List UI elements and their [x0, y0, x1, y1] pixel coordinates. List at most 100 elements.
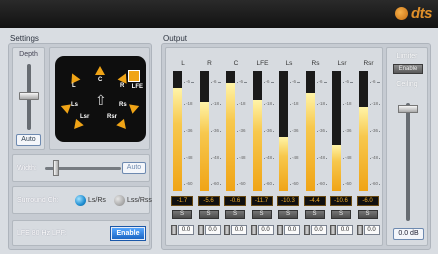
gain-knob[interactable]: [277, 225, 283, 235]
speaker-c-icon[interactable]: [95, 66, 105, 75]
gain-control: 0.0: [356, 224, 381, 236]
width-auto-field[interactable]: Auto: [122, 162, 146, 174]
scale-label: -18: [264, 101, 274, 106]
gain-field[interactable]: 0.0: [178, 225, 194, 235]
scale-label: -48: [317, 155, 327, 160]
scale-label: -60: [370, 181, 380, 186]
peak-readout: -5.6: [197, 196, 220, 206]
gain-control: 0.0: [250, 224, 275, 236]
width-label: Width:: [17, 165, 37, 172]
depth-control: Depth Auto: [12, 47, 45, 150]
scale-label: -6: [370, 79, 377, 84]
scale-label: -6: [185, 79, 192, 84]
lpf-enable-button[interactable]: Enable: [111, 227, 145, 240]
gain-field[interactable]: 0.0: [363, 225, 380, 235]
solo-button[interactable]: S: [251, 210, 272, 219]
ceiling-slider-thumb[interactable]: [398, 105, 418, 113]
depth-slider-thumb[interactable]: [19, 92, 39, 100]
gain-control: 0.0: [197, 224, 222, 236]
gain-field[interactable]: 0.0: [310, 225, 327, 235]
surround-ls-rs-radio[interactable]: [75, 195, 86, 206]
depth-auto-field[interactable]: Auto: [16, 134, 41, 146]
logo-text: dts: [411, 5, 433, 22]
level-meter-fill: [358, 107, 368, 191]
width-control: Width: Auto: [12, 154, 150, 182]
depth-label: Depth: [19, 51, 38, 58]
gain-control: 0.0: [224, 224, 248, 236]
scale-label: -60: [291, 181, 300, 186]
channel-label: Ls: [285, 60, 293, 67]
gain-knob[interactable]: [303, 225, 310, 235]
solo-button[interactable]: S: [331, 210, 351, 219]
scale-label: -6: [317, 79, 324, 84]
width-slider-thumb[interactable]: [53, 160, 59, 176]
gain-knob[interactable]: [224, 225, 230, 235]
peak-hold-mark: [173, 83, 182, 86]
scale-label: -36: [317, 128, 327, 133]
level-meter: [173, 71, 182, 191]
ceiling-slider-track[interactable]: [406, 103, 410, 221]
surround-lss-rss-radio[interactable]: [114, 195, 125, 206]
scale-label: -48: [238, 155, 247, 160]
solo-button[interactable]: S: [357, 210, 378, 219]
channel-r: R -5.6 S 0.0 -6 -18 -36 -48 -60: [197, 48, 222, 247]
solo-button[interactable]: S: [172, 210, 192, 219]
scale-label: -6: [344, 79, 351, 84]
peak-hold-mark: [199, 98, 209, 101]
listener-arrow-icon: ⇧: [95, 92, 107, 108]
speaker-rs-icon[interactable]: [129, 101, 141, 114]
scale-label: -18: [370, 101, 380, 106]
gain-control: 0.0: [330, 224, 354, 236]
ceiling-value-field[interactable]: 0.0 dB: [393, 228, 424, 240]
speaker-rs-label: Rs: [119, 102, 127, 108]
solo-button[interactable]: S: [304, 210, 325, 219]
channel-lsr: Lsr -10.6 S 0.0 -6 -18 -36 -48 -60: [330, 48, 354, 247]
surround-label: Surround Ch:: [17, 197, 59, 204]
channel-rsr: Rsr -6.0 S 0.0 -6 -18 -36 -48 -60: [356, 48, 381, 247]
level-meter: [199, 71, 209, 191]
level-meter-fill: [332, 145, 341, 191]
solo-button[interactable]: S: [198, 210, 219, 219]
scale-label: -60: [185, 181, 194, 186]
scale-label: -6: [291, 79, 298, 84]
dts-logo: dts: [395, 5, 433, 22]
scale-label: -18: [185, 101, 194, 106]
speaker-rsr-icon[interactable]: [116, 118, 130, 133]
ceiling-label: Ceiling: [396, 81, 418, 88]
gain-field[interactable]: 0.0: [337, 225, 353, 235]
scale-label: -36: [238, 128, 247, 133]
channel-label: L: [181, 60, 185, 67]
gain-field[interactable]: 0.0: [204, 225, 221, 235]
gain-knob[interactable]: [356, 225, 363, 235]
speaker-ls-icon[interactable]: [59, 101, 71, 114]
lfe-icon[interactable]: [128, 70, 140, 82]
scale-label: -6: [238, 79, 245, 84]
speaker-layout-display: L C R LFE ⇧ Ls Rs Lsr Rsr: [55, 56, 146, 142]
speaker-l-icon[interactable]: [67, 71, 81, 84]
channel-label: R: [207, 60, 212, 67]
gain-knob[interactable]: [171, 225, 177, 235]
gain-field[interactable]: 0.0: [231, 225, 247, 235]
gain-knob[interactable]: [250, 225, 257, 235]
scale-label: -6: [264, 79, 271, 84]
scale-label: -36: [291, 128, 300, 133]
surround-ls-rs-label: Ls/Rs: [88, 197, 106, 204]
gain-knob[interactable]: [330, 225, 336, 235]
title-bar: dts: [0, 0, 438, 28]
solo-button[interactable]: S: [225, 210, 245, 219]
level-meter: [305, 71, 315, 191]
gain-knob[interactable]: [197, 225, 204, 235]
channel-lfe: LFE -11.7 S 0.0 -6 -18 -36 -48 -60: [250, 48, 275, 247]
gain-field[interactable]: 0.0: [284, 225, 300, 235]
scale-label: -18: [291, 101, 300, 106]
settings-title: Settings: [10, 34, 39, 43]
channel-ls: Ls -10.3 S 0.0 -6 -18 -36 -48 -60: [277, 48, 301, 247]
solo-button[interactable]: S: [278, 210, 298, 219]
limiter-enable-button[interactable]: Enable: [393, 64, 423, 74]
channel-meters: L -1.7 S 0.0 -6 -18 -36 -48 -60 R -5.6 S 0.0 -6 -18 -36…: [165, 47, 383, 246]
gain-field[interactable]: 0.0: [257, 225, 274, 235]
scale-label: -60: [344, 181, 353, 186]
scale-label: -36: [344, 128, 353, 133]
scale-label: -48: [291, 155, 300, 160]
speaker-lsr-icon[interactable]: [70, 118, 84, 133]
